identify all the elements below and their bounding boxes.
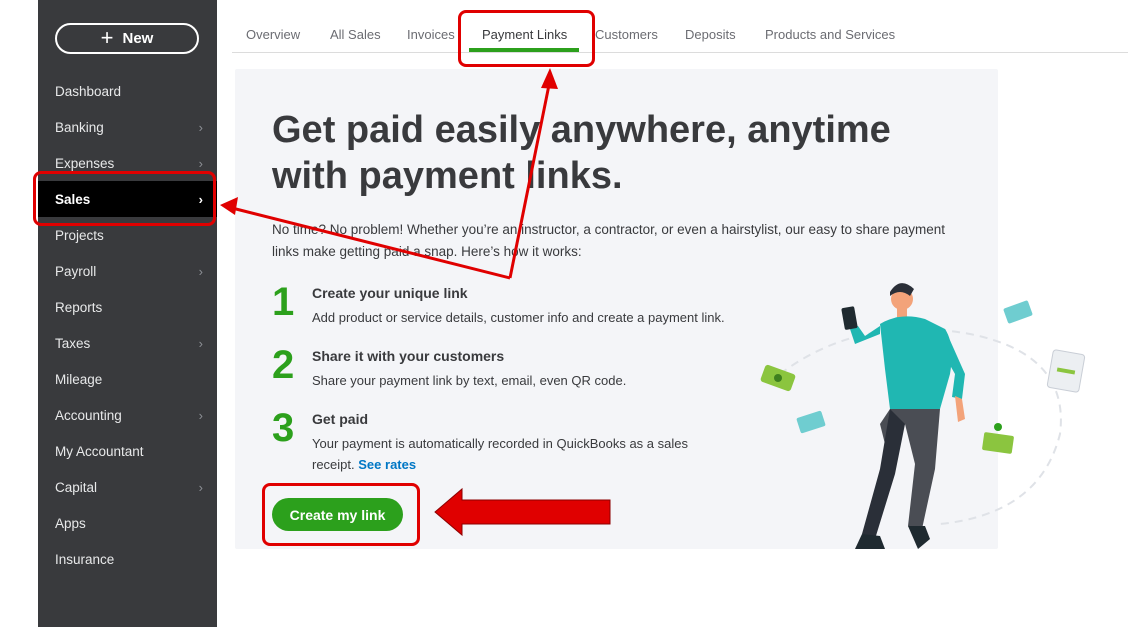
arrow-left-icon — [434, 487, 611, 537]
annotation-arrows — [220, 68, 611, 537]
